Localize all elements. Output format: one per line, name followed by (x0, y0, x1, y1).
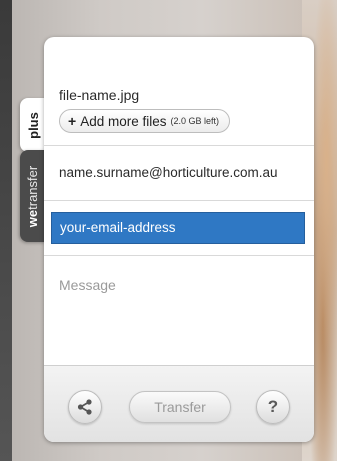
recipient-email: name.surname@horticulture.com.au (59, 165, 278, 180)
tab-wetransfer-label: wetransfer (26, 165, 41, 226)
add-files-label: Add more files (80, 113, 167, 129)
plus-icon: + (68, 113, 77, 129)
transfer-button[interactable]: Transfer (129, 391, 231, 423)
files-section: file-name.jpg + Add more files (2.0 GB l… (44, 37, 314, 146)
logo-transfer: transfer (25, 165, 41, 210)
share-button[interactable] (68, 390, 102, 424)
help-button[interactable]: ? (256, 390, 290, 424)
help-icon: ? (267, 397, 279, 416)
recipient-field[interactable]: name.surname@horticulture.com.au (44, 146, 314, 201)
quota-text: (2.0 GB left) (170, 116, 219, 126)
logo-we: we (25, 209, 41, 227)
divider (44, 255, 314, 256)
share-icon (77, 399, 92, 415)
background-left (0, 0, 12, 461)
transfer-panel: file-name.jpg + Add more files (2.0 GB l… (44, 37, 314, 442)
message-input[interactable]: Message (59, 277, 116, 293)
sender-email-input[interactable]: your-email-address (51, 212, 305, 244)
add-files-button[interactable]: + Add more files (2.0 GB left) (59, 109, 230, 133)
tab-plus[interactable]: plus (20, 98, 46, 152)
panel-footer: Transfer ? (44, 365, 314, 442)
tab-plus-label: plus (25, 111, 41, 139)
file-name: file-name.jpg (59, 87, 140, 103)
tab-wetransfer[interactable]: wetransfer (20, 150, 46, 242)
